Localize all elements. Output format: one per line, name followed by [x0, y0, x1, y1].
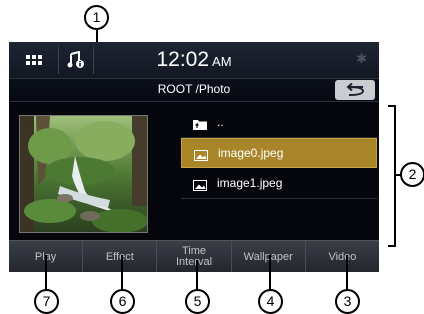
callout-5: 5: [185, 289, 210, 314]
file-name: image0.jpeg: [218, 146, 284, 160]
back-arrow-icon: [346, 83, 365, 96]
time-interval-button[interactable]: Time Interval: [157, 241, 232, 272]
callout-3: 3: [335, 289, 360, 314]
clock-time: 12:02: [156, 48, 210, 71]
waterfall-photo-thumbnail: [20, 116, 147, 232]
callout-7: 7: [34, 289, 59, 314]
effect-label: Effect: [105, 250, 134, 263]
callout-4: 4: [258, 289, 283, 314]
current-path: ROOT /Photo: [157, 82, 231, 96]
list-item-image0[interactable]: image0.jpeg: [181, 138, 377, 168]
callout-6-line: [121, 255, 123, 291]
time-interval-label-line2: Interval: [175, 256, 213, 268]
clock: 12:02 AM: [9, 48, 379, 72]
video-button[interactable]: Video: [306, 241, 379, 272]
callout-7-line: [45, 255, 47, 291]
callout-2-bracket: [388, 105, 396, 247]
callout-5-line: [196, 260, 198, 291]
folder-up-icon: [193, 117, 207, 130]
callout-1: 1: [84, 5, 109, 30]
file-name: ..: [217, 115, 224, 129]
clock-ampm: AM: [212, 54, 232, 69]
status-bar: 12:02 AM ✱: [9, 42, 379, 79]
file-list: .. image0.jpeg image1.jpeg: [181, 107, 377, 199]
file-name: image1.jpeg: [217, 176, 283, 190]
photo-preview: [19, 115, 148, 233]
back-button[interactable]: [335, 80, 375, 100]
callout-2: 2: [400, 162, 424, 187]
device-screen: 12:02 AM ✱ ROOT /Photo .. image0.jpeg im…: [9, 42, 379, 272]
callout-6: 6: [110, 289, 135, 314]
callout-4-line: [269, 255, 271, 291]
callout-3-line: [346, 255, 348, 291]
list-item-parent-folder[interactable]: ..: [181, 107, 377, 138]
bluetooth-icon: ✱: [356, 51, 367, 66]
list-item-image1[interactable]: image1.jpeg: [181, 168, 377, 199]
bottom-toolbar: Play Effect Time Interval Wallpaper Vide…: [9, 240, 379, 272]
video-label: Video: [328, 250, 357, 263]
image-file-icon: [193, 178, 207, 191]
path-bar: ROOT /Photo: [9, 79, 379, 102]
image-file-icon: [194, 148, 208, 161]
